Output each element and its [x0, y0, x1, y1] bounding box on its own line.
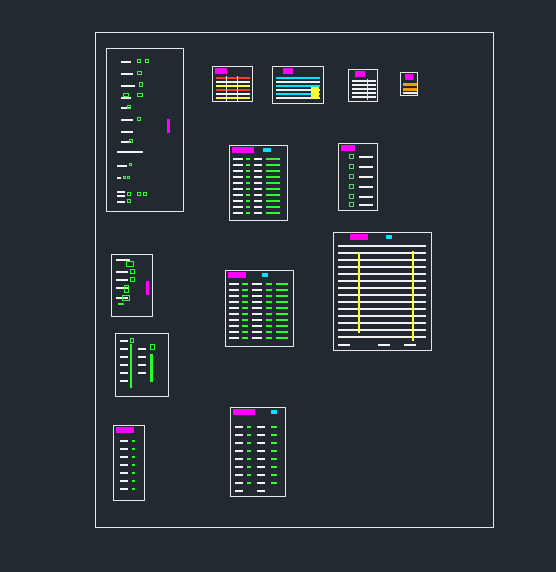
sheet-legend-main[interactable]: [106, 48, 184, 212]
cad-model-space[interactable]: [0, 0, 556, 572]
sheet-title: [350, 234, 368, 240]
sheet-title: [341, 145, 355, 151]
sheet-notes-1[interactable]: [113, 425, 145, 501]
sheet-title: [405, 74, 413, 80]
sheet-title: [232, 147, 254, 153]
sheet-title: [228, 272, 246, 278]
sheet-schedule-4[interactable]: [225, 270, 294, 347]
sheet-title: [355, 71, 365, 77]
sheet-title: [116, 427, 134, 433]
sheet-table-b[interactable]: [272, 66, 324, 104]
sheet-title: [215, 68, 227, 74]
sheet-title: [233, 409, 255, 415]
sheet-symbols-2[interactable]: [115, 333, 169, 397]
sheet-title: [283, 68, 293, 74]
sheet-schedule-2[interactable]: [338, 143, 378, 211]
sheet-symbols-1[interactable]: [111, 254, 153, 317]
sheet-table-d[interactable]: [400, 72, 418, 96]
sheet-schedule-1[interactable]: [229, 145, 288, 221]
sheet-table-c[interactable]: [348, 69, 378, 102]
sheet-schedule-3[interactable]: [333, 232, 432, 351]
sheet-notes-2[interactable]: [230, 407, 286, 497]
sheet-table-a[interactable]: [212, 66, 253, 102]
